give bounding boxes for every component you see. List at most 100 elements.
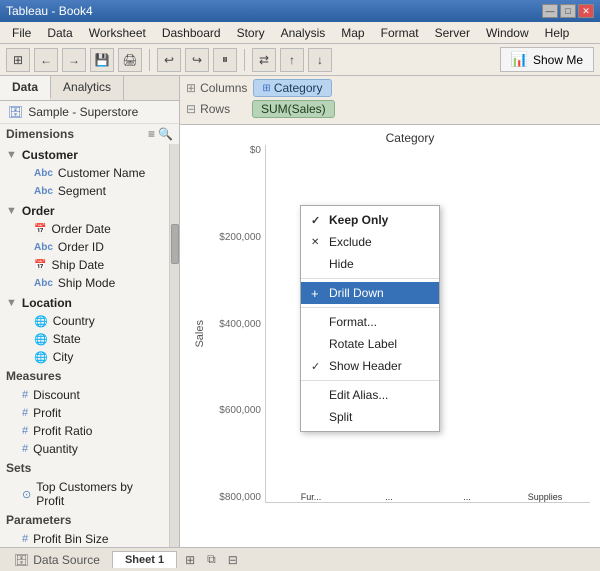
datasource-tab-icon: 🗄: [14, 553, 29, 567]
group-customer[interactable]: ▼ Customer: [0, 146, 169, 164]
toolbar-sort-asc[interactable]: ↑: [280, 48, 304, 72]
tree-item-label: State: [53, 332, 81, 346]
y-tick: $800,000: [210, 492, 265, 503]
group-location-label: Location: [22, 296, 72, 310]
toolbar-redo[interactable]: ↪: [185, 48, 209, 72]
ctx-format[interactable]: Format...: [301, 311, 439, 333]
bar-group-office[interactable]: ...: [354, 489, 424, 502]
sheet-tab[interactable]: Sheet 1: [112, 551, 177, 568]
bar-group-furniture[interactable]: Fur...: [276, 489, 346, 502]
toolbar-new[interactable]: ⊞: [6, 48, 30, 72]
tree-top-customers[interactable]: ⊙ Top Customers by Profit: [0, 478, 169, 510]
tree-profit[interactable]: # Profit: [0, 404, 169, 422]
panel-scrollbar[interactable]: [169, 144, 179, 547]
new-sheet-icon[interactable]: ⊞: [181, 551, 199, 569]
tree-quantity[interactable]: # Quantity: [0, 440, 169, 458]
tree-ship-mode[interactable]: Abc Ship Mode: [0, 274, 169, 292]
menu-story[interactable]: Story: [229, 24, 273, 42]
tree-state[interactable]: 🌐 State: [0, 330, 169, 348]
tree-item-label: Profit Ratio: [33, 424, 92, 438]
tree-ship-date[interactable]: 📅 Ship Date: [0, 256, 169, 274]
group-location[interactable]: ▼ Location: [0, 294, 169, 312]
ctx-keep-only[interactable]: Keep Only: [301, 209, 439, 231]
menu-server[interactable]: Server: [427, 24, 478, 42]
tree-item-label: Discount: [33, 388, 80, 402]
toolbar-back[interactable]: ←: [34, 48, 58, 72]
list-icon[interactable]: ≡: [148, 127, 155, 141]
tree-order-date[interactable]: 📅 Order Date: [0, 220, 169, 238]
ctx-edit-alias[interactable]: Edit Alias...: [301, 384, 439, 406]
bar-group-tech[interactable]: ...: [432, 489, 502, 502]
columns-category-pill[interactable]: ⊞ Category: [253, 79, 331, 97]
toolbar-forward[interactable]: →: [62, 48, 86, 72]
tree-country[interactable]: 🌐 Country: [0, 312, 169, 330]
sets-header: Sets: [0, 458, 169, 478]
toolbar-separator-1: [149, 49, 150, 71]
group-order[interactable]: ▼ Order: [0, 202, 169, 220]
bar-label-tech: ...: [463, 492, 471, 502]
menu-window[interactable]: Window: [478, 24, 537, 42]
tree-profit-bin[interactable]: # Profit Bin Size: [0, 530, 169, 547]
ctx-show-header[interactable]: Show Header: [301, 355, 439, 377]
tree-customer-name[interactable]: Abc Customer Name: [0, 164, 169, 182]
title-bar: Tableau - Book4 — □ ✕: [0, 0, 600, 22]
maximize-button[interactable]: □: [560, 4, 576, 18]
tree-item-label: Order ID: [58, 240, 104, 254]
toolbar-swap[interactable]: ⇄: [252, 48, 276, 72]
bottom-bar: 🗄 Data Source Sheet 1 ⊞ ⧉ ⊟: [0, 547, 600, 571]
param-icon: #: [22, 533, 28, 545]
search-icons[interactable]: ≡ 🔍: [148, 127, 173, 141]
tab-analytics[interactable]: Analytics: [51, 76, 124, 100]
ctx-sep-2: [301, 307, 439, 308]
expand-icon: ▼: [6, 149, 17, 161]
rows-label: ⊟ Rows: [186, 102, 246, 116]
grid-icon: ⊞: [186, 81, 196, 95]
menu-help[interactable]: Help: [537, 24, 578, 42]
new-dashboard-icon[interactable]: ⊟: [224, 551, 242, 569]
toolbar-print[interactable]: 🖨: [118, 48, 142, 72]
measure-icon: #: [22, 407, 28, 419]
close-button[interactable]: ✕: [578, 4, 594, 18]
ctx-exclude[interactable]: Exclude: [301, 231, 439, 253]
y-axis-ticks: $800,000 $600,000 $400,000 $200,000 $0: [210, 145, 265, 503]
tree-item-label: Profit Bin Size: [33, 532, 108, 546]
ctx-hide[interactable]: Hide: [301, 253, 439, 275]
toolbar-sort-desc[interactable]: ↓: [308, 48, 332, 72]
tab-data[interactable]: Data: [0, 76, 51, 100]
minimize-button[interactable]: —: [542, 4, 558, 18]
menu-format[interactable]: Format: [373, 24, 427, 42]
ctx-split[interactable]: Split: [301, 406, 439, 428]
datasource-label: 🗄 Sample - Superstore: [0, 101, 179, 124]
bar-chart-icon: 📊: [511, 51, 528, 68]
ctx-rotate-label[interactable]: Rotate Label: [301, 333, 439, 355]
expand-icon: ▼: [6, 205, 17, 217]
abc-icon: Abc: [34, 278, 53, 289]
bar-group-supplies[interactable]: Supplies: [510, 489, 580, 502]
panel-tabs: Data Analytics: [0, 76, 179, 101]
scrollbar-thumb[interactable]: [171, 224, 179, 264]
tree-profit-ratio[interactable]: # Profit Ratio: [0, 422, 169, 440]
window-controls[interactable]: — □ ✕: [542, 4, 594, 18]
search-icon[interactable]: 🔍: [158, 127, 173, 141]
toolbar-pause[interactable]: ⏸: [213, 48, 237, 72]
measure-icon: #: [22, 425, 28, 437]
tree-city[interactable]: 🌐 City: [0, 348, 169, 366]
toolbar-save[interactable]: 💾: [90, 48, 114, 72]
tree-discount[interactable]: # Discount: [0, 386, 169, 404]
grid-icon: ⊟: [186, 102, 196, 116]
menu-analysis[interactable]: Analysis: [273, 24, 334, 42]
ctx-drill-down[interactable]: Drill Down: [301, 282, 439, 304]
tree-order-id[interactable]: Abc Order ID: [0, 238, 169, 256]
menu-dashboard[interactable]: Dashboard: [154, 24, 229, 42]
menu-worksheet[interactable]: Worksheet: [81, 24, 154, 42]
rows-sales-pill[interactable]: SUM(Sales): [252, 100, 335, 118]
menu-data[interactable]: Data: [39, 24, 80, 42]
duplicate-sheet-icon[interactable]: ⧉: [203, 550, 220, 569]
datasource-tab[interactable]: 🗄 Data Source: [6, 551, 108, 569]
tree-segment[interactable]: Abc Segment: [0, 182, 169, 200]
menu-map[interactable]: Map: [333, 24, 372, 42]
show-me-button[interactable]: 📊 Show Me: [500, 47, 594, 72]
menu-file[interactable]: File: [4, 24, 39, 42]
toolbar-undo[interactable]: ↩: [157, 48, 181, 72]
measure-icon: #: [22, 443, 28, 455]
